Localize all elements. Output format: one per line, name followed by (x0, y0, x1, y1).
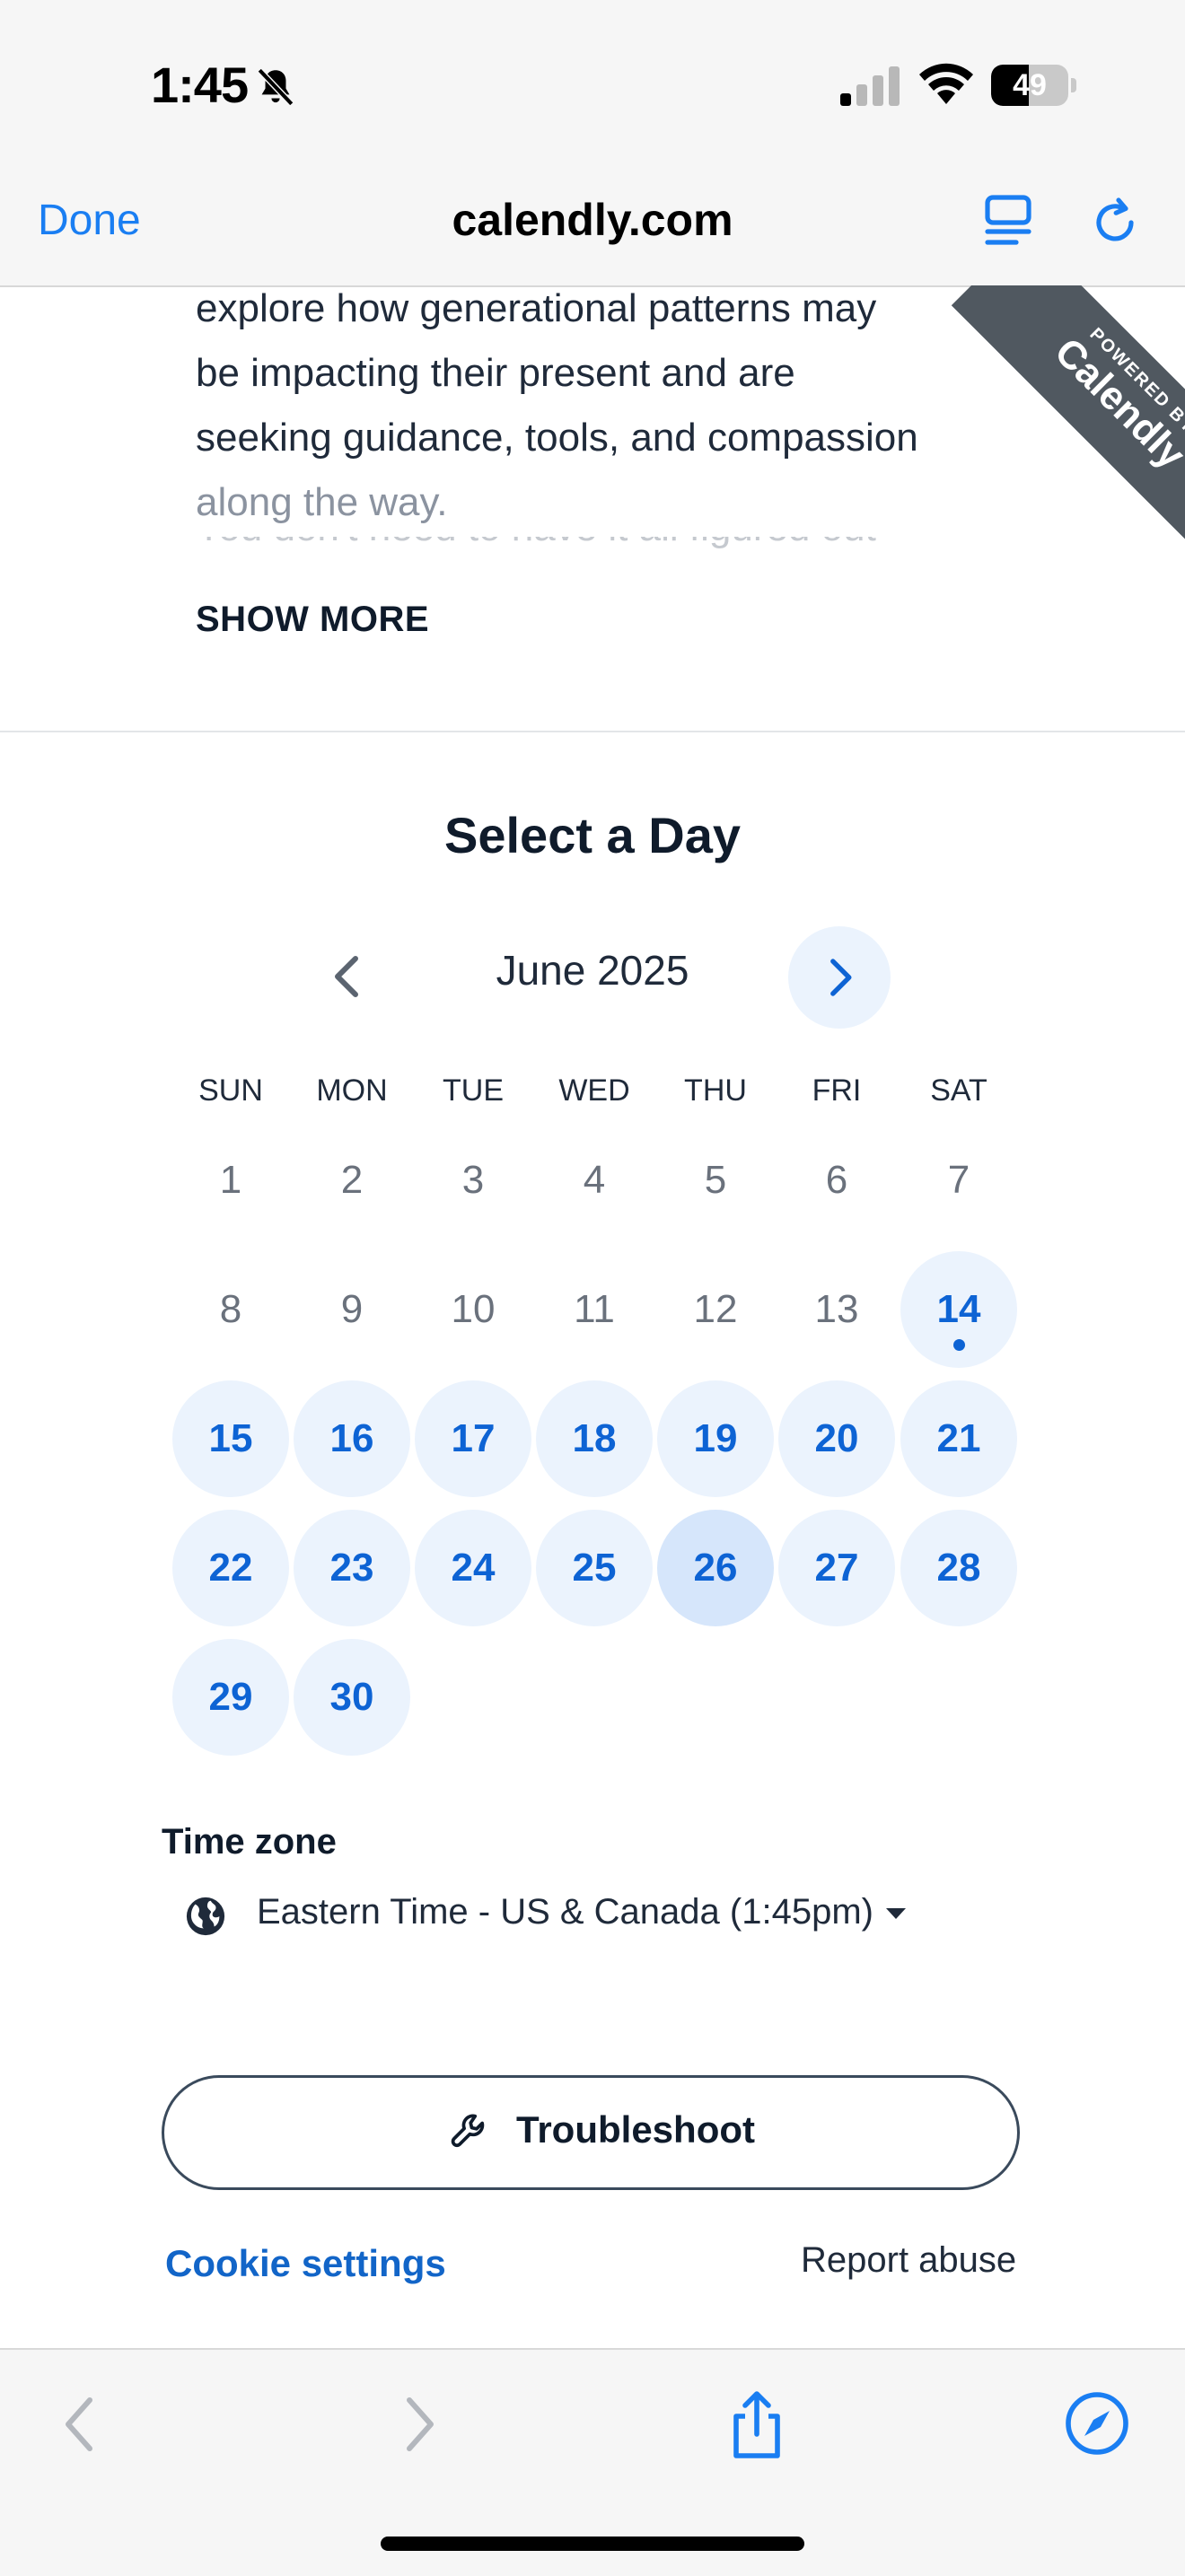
bell-slash-icon (257, 67, 294, 107)
calendar-day-16[interactable]: 16 (294, 1380, 410, 1497)
calendar-day-30[interactable]: 30 (294, 1639, 410, 1756)
description-line: seeking guidance, tools, and compassion (196, 416, 918, 460)
chevron-right-icon (830, 959, 852, 996)
calendar-day-19[interactable]: 19 (657, 1380, 774, 1497)
calendar-day-28[interactable]: 28 (900, 1510, 1017, 1626)
caret-down-icon (885, 1908, 906, 1920)
weekday-header: MON (316, 1073, 388, 1108)
battery-icon: 49 (991, 65, 1077, 106)
weekday-header: THU (684, 1073, 747, 1108)
weekday-header: FRI (812, 1073, 862, 1108)
weekday-header: TUE (443, 1073, 504, 1108)
report-abuse-link[interactable]: Report abuse (801, 2240, 1016, 2281)
calendar-day-10: 10 (451, 1287, 496, 1331)
calendar-day-14[interactable]: 14 (900, 1251, 1017, 1368)
timezone-label: Time zone (162, 1822, 337, 1862)
timezone-value: Eastern Time - US & Canada (1:45pm) (257, 1892, 873, 1932)
weekday-header: SAT (930, 1073, 988, 1108)
calendar-day-25[interactable]: 25 (536, 1510, 653, 1626)
description-line: along the way. (196, 480, 448, 524)
back-icon[interactable] (54, 2393, 104, 2456)
event-description: explore how generational patterns may be… (196, 276, 1004, 549)
battery-level: 49 (1013, 68, 1047, 102)
calendar-day-1: 1 (219, 1158, 242, 1202)
calendar-day-20[interactable]: 20 (778, 1380, 895, 1497)
weekday-header: WED (558, 1073, 630, 1108)
calendar-day-7: 7 (947, 1158, 970, 1202)
today-dot (953, 1339, 965, 1351)
calendar-day-23[interactable]: 23 (294, 1510, 410, 1626)
cookie-settings-link[interactable]: Cookie settings (165, 2242, 446, 2285)
description-cut-line: You don't need to have it all figured ou… (196, 537, 1004, 562)
calendar-day-8: 8 (219, 1287, 242, 1331)
share-icon[interactable] (725, 2389, 788, 2461)
calendar-day-15[interactable]: 15 (172, 1380, 289, 1497)
calendar-day-9: 9 (340, 1287, 364, 1331)
home-indicator (381, 2537, 804, 2551)
reader-icon[interactable] (984, 194, 1032, 248)
calendar-day-24[interactable]: 24 (415, 1510, 531, 1626)
browser-header: Done calendly.com (0, 162, 1185, 287)
calendar-day-3: 3 (461, 1158, 485, 1202)
description-line: be impacting their present and are (196, 351, 795, 395)
forward-icon[interactable] (395, 2393, 445, 2456)
calendar-day-27[interactable]: 27 (778, 1510, 895, 1626)
calendar-day-29[interactable]: 29 (172, 1639, 289, 1756)
timezone-select[interactable]: Eastern Time - US & Canada (1:45pm) (257, 1892, 906, 1932)
calendar-day-21[interactable]: 21 (900, 1380, 1017, 1497)
status-time: 1:45 (151, 57, 249, 113)
wrench-icon (451, 2114, 485, 2148)
page-title: Select a Day (444, 807, 741, 863)
calendar-day-26[interactable]: 26 (657, 1510, 774, 1626)
month-label: June 2025 (496, 947, 689, 994)
troubleshoot-button[interactable]: Troubleshoot (162, 2075, 1020, 2190)
status-bar: 1:45 49 (0, 0, 1185, 162)
calendar-day-17[interactable]: 17 (415, 1380, 531, 1497)
globe-icon (186, 1897, 225, 1936)
calendar-day-5: 5 (704, 1158, 727, 1202)
calendar-day-11: 11 (574, 1287, 615, 1331)
reload-icon[interactable] (1088, 194, 1142, 248)
description-line: explore how generational patterns may (196, 286, 877, 330)
powered-by-calendly-badge[interactable]: POWERED BY Calendly (916, 285, 1185, 555)
divider (0, 731, 1185, 732)
calendar-day-6: 6 (825, 1158, 848, 1202)
calendar-day-13: 13 (814, 1287, 859, 1331)
cellular-signal-icon (840, 66, 900, 106)
compass-icon[interactable] (1065, 2391, 1129, 2456)
calendar-day-2: 2 (340, 1158, 364, 1202)
wifi-icon (919, 63, 973, 104)
calendar-day-12: 12 (693, 1287, 738, 1331)
calendar-day-4: 4 (583, 1158, 606, 1202)
calendar-day-22[interactable]: 22 (172, 1510, 289, 1626)
calendar-day-18[interactable]: 18 (536, 1380, 653, 1497)
next-month-button[interactable] (788, 926, 891, 1029)
weekday-header: SUN (198, 1073, 263, 1108)
show-more-button[interactable]: SHOW MORE (196, 600, 429, 640)
troubleshoot-label: Troubleshoot (516, 2108, 755, 2151)
